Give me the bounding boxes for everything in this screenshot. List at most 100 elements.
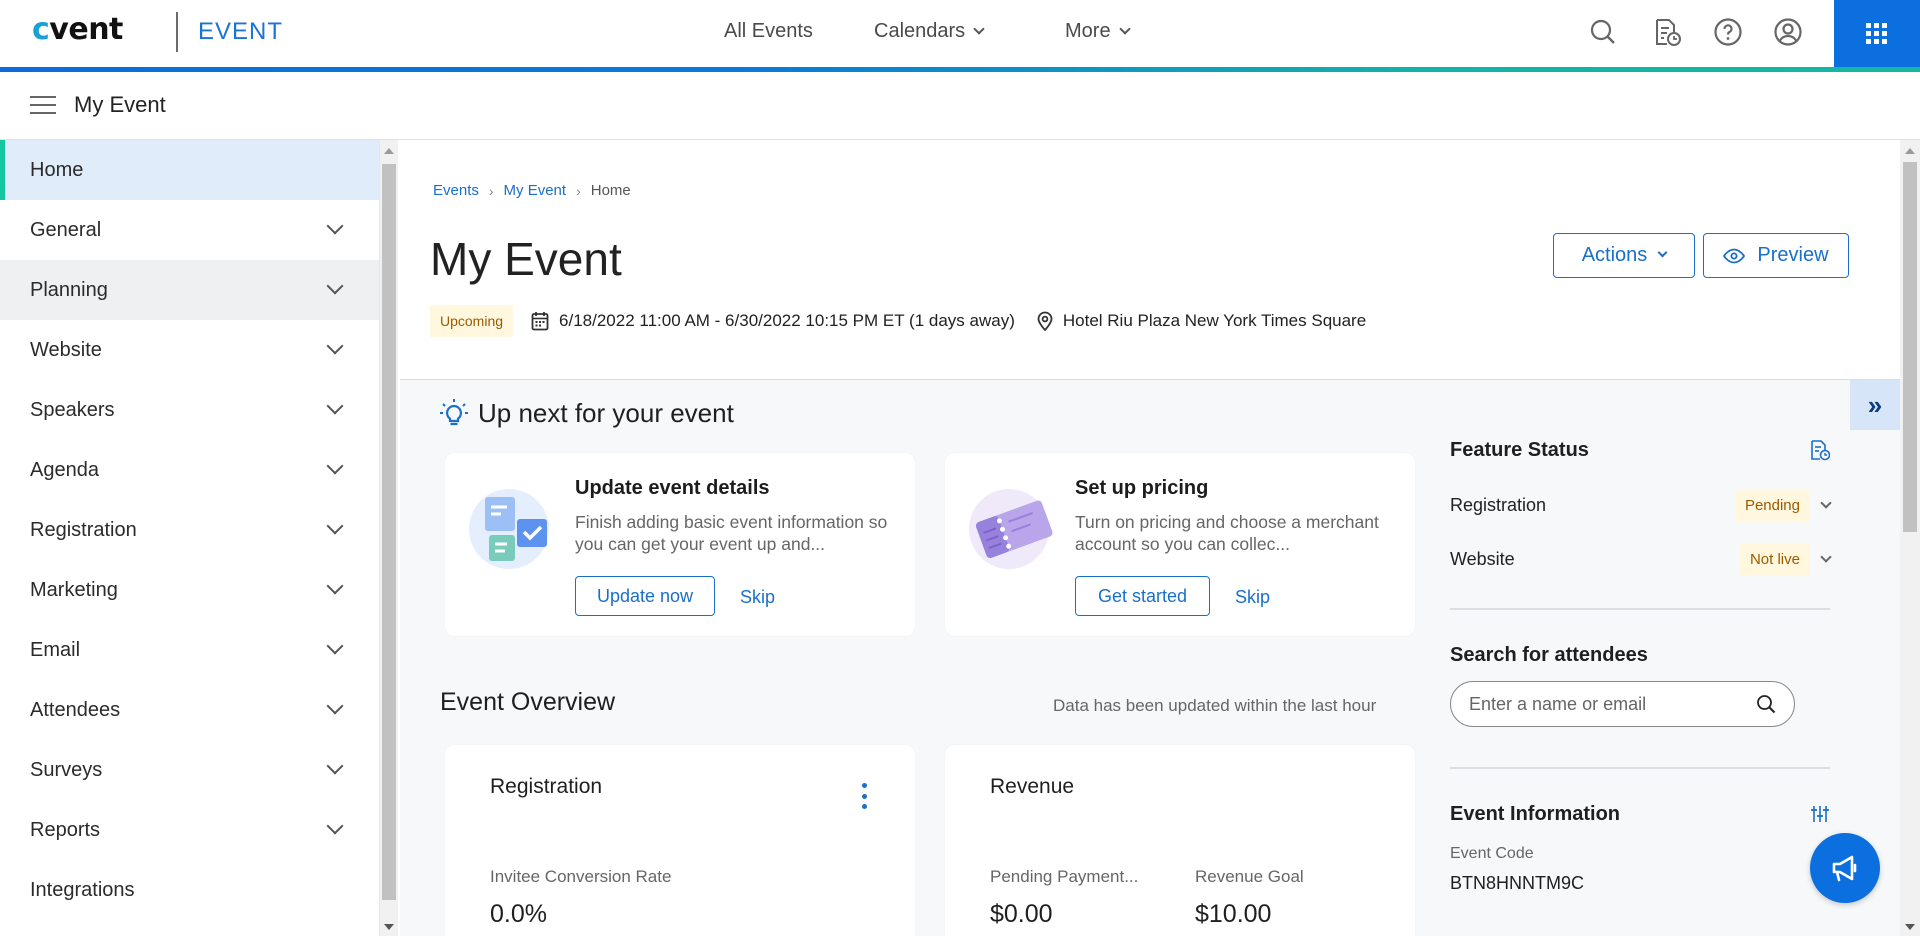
announcements-button[interactable]	[1810, 833, 1880, 903]
more-options-icon[interactable]	[860, 783, 868, 809]
search-icon[interactable]	[1586, 15, 1620, 49]
sidebar-item-agenda[interactable]: Agenda	[0, 440, 379, 500]
chevron-down-icon	[326, 637, 344, 655]
feature-status-registration[interactable]: Registration Pending	[1450, 478, 1832, 532]
revenue-stat-card: Revenue Pending Payment... $0.00 Revenue…	[945, 745, 1415, 936]
task-title: Update event details	[575, 477, 770, 499]
chevron-down-icon	[326, 577, 344, 595]
chevron-down-icon	[326, 397, 344, 415]
hamburger-menu-icon[interactable]	[30, 96, 56, 116]
data-updated-note: Data has been updated within the last ho…	[1053, 696, 1377, 715]
double-chevron-right-icon: »	[1867, 389, 1883, 420]
scroll-down-arrow-icon[interactable]	[1905, 924, 1915, 930]
sidebar-item-integrations[interactable]: Integrations	[0, 860, 379, 920]
top-navigation-bar: cvent EVENT All Events Calendars More	[0, 0, 1920, 72]
event-information-title: Event Information	[1450, 802, 1621, 825]
breadcrumb: Events › My Event › Home	[433, 182, 631, 199]
event-code-label: Event Code	[1450, 845, 1534, 862]
sidebar-item-marketing[interactable]: Marketing	[0, 560, 379, 620]
metric-value: 0.0%	[490, 900, 547, 928]
help-icon[interactable]	[1711, 15, 1745, 49]
sidebar-item-attendees[interactable]: Attendees	[0, 680, 379, 740]
divider	[1450, 608, 1830, 610]
event-dates: 6/18/2022 11:00 AM - 6/30/2022 10:15 PM …	[559, 311, 1015, 330]
chevron-down-icon	[1657, 247, 1668, 258]
logo-divider	[176, 12, 178, 52]
attendee-search-input[interactable]	[1469, 693, 1739, 715]
eye-icon	[1723, 248, 1746, 263]
documents-illustration-icon	[469, 489, 549, 569]
logo-text: vent	[49, 12, 123, 47]
feature-status-report-icon[interactable]	[1810, 439, 1830, 461]
status-badge: Not live	[1739, 543, 1810, 575]
collapse-panel-button[interactable]: »	[1850, 380, 1900, 430]
preview-label: Preview	[1757, 244, 1829, 266]
get-started-button[interactable]: Get started	[1075, 576, 1210, 616]
app-grid-icon[interactable]	[1834, 0, 1920, 67]
sidebar-item-surveys[interactable]: Surveys	[0, 740, 379, 800]
page-title: My Event	[430, 233, 622, 285]
chevron-down-icon[interactable]	[1820, 496, 1832, 509]
main-scrollbar[interactable]	[1900, 140, 1920, 936]
registration-stat-card: Registration Invitee Conversion Rate 0.0…	[445, 745, 915, 936]
sidebar-item-reports[interactable]: Reports	[0, 800, 379, 860]
attendee-search-box	[1450, 681, 1795, 727]
sidebar-item-registration[interactable]: Registration	[0, 500, 379, 560]
scroll-down-arrow-icon[interactable]	[384, 924, 394, 930]
search-icon[interactable]	[1756, 694, 1776, 714]
sidebar-item-label: Integrations	[30, 878, 135, 901]
sidebar-item-planning[interactable]: Planning	[0, 260, 379, 320]
update-now-button[interactable]: Update now	[575, 576, 715, 616]
task-description: Turn on pricing and choose a merchant ac…	[1075, 512, 1379, 554]
sidebar-item-speakers[interactable]: Speakers	[0, 380, 379, 440]
product-name: EVENT	[198, 18, 284, 45]
sidebar-item-label: General	[30, 218, 102, 241]
page-header: Events › My Event › Home My Event Upcomi…	[400, 140, 1900, 380]
sidebar-item-home[interactable]: Home	[0, 140, 379, 200]
nav-more[interactable]: More	[1065, 20, 1131, 43]
sidebar-item-email[interactable]: Email	[0, 620, 379, 680]
event-name: My Event	[74, 92, 166, 117]
nav-all-events[interactable]: All Events	[724, 20, 813, 43]
sidebar-item-label: Reports	[30, 818, 101, 841]
feature-status-website[interactable]: Website Not live	[1450, 532, 1832, 586]
calendar-icon	[531, 311, 549, 331]
ticket-illustration-icon	[969, 489, 1053, 569]
preview-button[interactable]: Preview	[1703, 233, 1849, 278]
sidebar-scrollbar[interactable]	[380, 140, 398, 936]
event-meta: Upcoming 6/18/2022 11:00 AM - 6/30/2022 …	[430, 305, 1366, 337]
sidebar-item-website[interactable]: Website	[0, 320, 379, 380]
scroll-up-arrow-icon[interactable]	[384, 148, 394, 154]
sidebar-item-label: Agenda	[30, 458, 99, 481]
main-content: Events › My Event › Home My Event Upcomi…	[400, 140, 1900, 936]
nav-label: More	[1065, 20, 1111, 42]
status-badge: Pending	[1734, 489, 1810, 521]
event-subheader: My Event	[0, 72, 1920, 140]
breadcrumb-current: Home	[590, 182, 631, 199]
actions-button[interactable]: Actions	[1553, 233, 1695, 278]
breadcrumb-events[interactable]: Events	[433, 182, 479, 199]
scrollbar-thumb[interactable]	[1903, 162, 1917, 532]
chevron-down-icon[interactable]	[1820, 550, 1832, 563]
scroll-up-arrow-icon[interactable]	[1905, 148, 1915, 154]
recent-reports-icon[interactable]	[1650, 15, 1684, 49]
cvent-logo[interactable]: cvent	[32, 12, 123, 47]
breadcrumb-my-event[interactable]: My Event	[504, 182, 567, 199]
skip-button[interactable]: Skip	[1235, 587, 1270, 608]
divider	[1450, 767, 1830, 769]
nav-calendars[interactable]: Calendars	[874, 20, 985, 43]
feature-label: Registration	[1450, 494, 1547, 515]
nav-label: Calendars	[874, 20, 966, 42]
card-title: Registration	[490, 775, 603, 798]
scrollbar-thumb[interactable]	[382, 164, 396, 900]
chevron-down-icon	[326, 517, 344, 535]
megaphone-icon	[1832, 855, 1857, 882]
actions-label: Actions	[1581, 244, 1648, 266]
sidebar: Home General Planning Website Speakers A…	[0, 140, 380, 936]
sidebar-item-label: Planning	[30, 278, 108, 301]
skip-button[interactable]: Skip	[740, 587, 775, 608]
chevron-down-icon	[326, 697, 344, 715]
settings-sliders-icon[interactable]	[1810, 804, 1830, 824]
sidebar-item-general[interactable]: General	[0, 200, 379, 260]
account-icon[interactable]	[1771, 15, 1805, 49]
